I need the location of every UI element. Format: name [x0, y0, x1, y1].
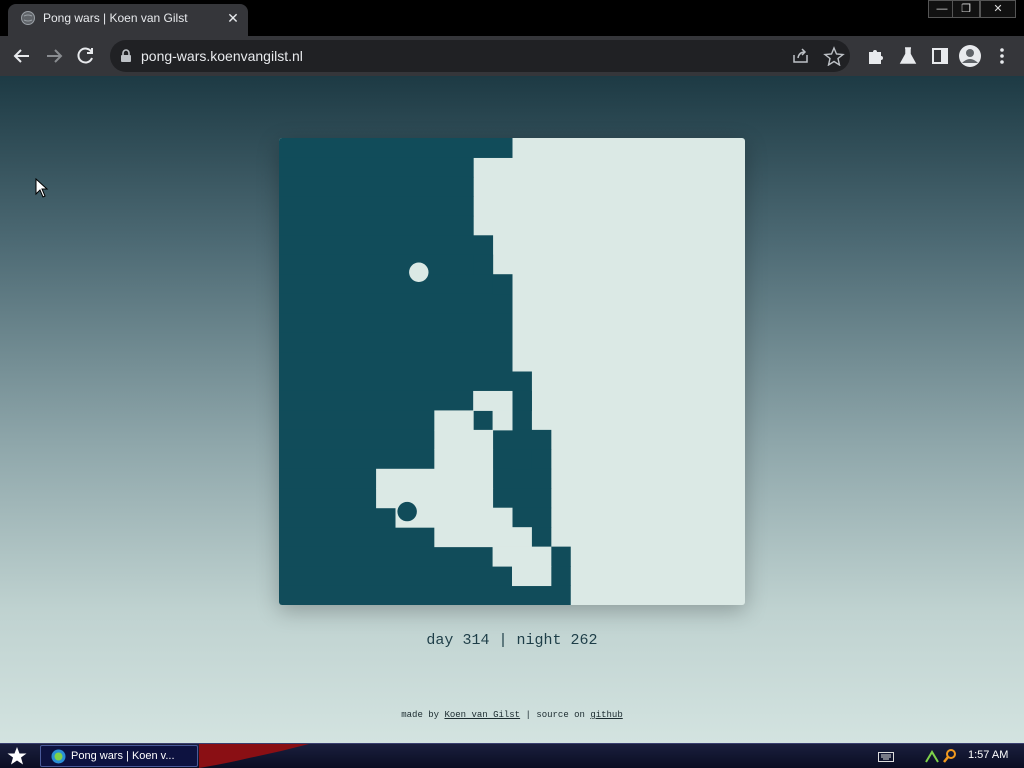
night-territory-row — [279, 138, 513, 158]
day-territory-cell — [512, 566, 552, 587]
night-territory-row — [279, 274, 494, 295]
browser-toolbar: pong-wars.koenvangilst.nl — [0, 36, 1024, 76]
keyboard-icon[interactable] — [878, 752, 894, 762]
day-territory-cell — [492, 546, 552, 567]
night-territory-row — [279, 449, 552, 470]
night-territory-row — [279, 254, 494, 275]
day-territory-cell — [434, 429, 494, 450]
tab-title: Pong wars | Koen van Gilst — [43, 11, 188, 25]
day-label: day — [426, 632, 454, 649]
day-territory-cell — [376, 488, 494, 509]
night-territory-cell — [512, 390, 532, 411]
reload-icon[interactable] — [72, 44, 100, 68]
day-territory-cell — [434, 449, 494, 470]
globe-icon — [21, 11, 35, 25]
magnifier-icon[interactable] — [942, 748, 958, 764]
clock: 1:57 AM — [968, 749, 1009, 761]
night-territory-cell — [512, 449, 532, 470]
night-territory-row — [279, 313, 513, 334]
score-separator: | — [498, 632, 508, 649]
night-territory-row — [279, 585, 571, 605]
address-bar[interactable]: pong-wars.koenvangilst.nl — [110, 40, 850, 72]
night-territory-cell — [492, 429, 552, 450]
network-icon[interactable] — [924, 748, 940, 764]
day-territory-cell — [434, 527, 532, 548]
night-ball — [397, 501, 417, 522]
night-territory-row — [279, 332, 513, 353]
arrow-right-icon[interactable] — [40, 44, 68, 68]
taskbar-browser-button[interactable]: Pong wars | Koen v... — [40, 745, 198, 767]
day-territory-cell — [376, 468, 494, 489]
arrow-left-icon[interactable] — [8, 44, 36, 68]
tab-strip: Pong wars | Koen van Gilst ✕ — ❐ ✕ — [0, 0, 1024, 36]
star-icon[interactable] — [4, 746, 30, 766]
night-territory-row — [279, 235, 494, 256]
close-icon[interactable]: ✕ — [224, 9, 242, 27]
author-link[interactable]: Koen van Gilst — [444, 710, 520, 720]
night-territory-row — [279, 196, 474, 217]
night-territory-row — [279, 176, 474, 197]
footer: made by Koen van Gilst | source on githu… — [0, 710, 1024, 720]
night-score: 262 — [570, 632, 598, 649]
day-territory-cell — [473, 390, 513, 411]
taskbar: Pong wars | Koen v... 1:57 AM — [0, 743, 1024, 768]
restore-icon[interactable]: ❐ — [952, 0, 980, 18]
taskbar-decoration — [199, 744, 309, 768]
night-territory-cell — [512, 410, 532, 431]
flask-icon[interactable] — [894, 44, 922, 68]
night-territory-row — [279, 157, 474, 178]
footer-separator: | — [525, 710, 531, 720]
pong-board-frame — [279, 138, 745, 605]
day-ball — [409, 262, 429, 282]
github-link[interactable]: github — [590, 710, 622, 720]
mouse-cursor-icon — [35, 178, 49, 198]
night-territory-cell — [492, 274, 513, 295]
url-text[interactable]: pong-wars.koenvangilst.nl — [141, 48, 303, 64]
night-territory-row — [279, 215, 474, 236]
night-territory-row — [279, 410, 513, 431]
star-icon[interactable] — [823, 46, 845, 66]
globe-icon — [51, 749, 66, 764]
side-panel-icon[interactable] — [926, 44, 954, 68]
source-on-text: source on — [536, 710, 585, 720]
share-icon[interactable] — [790, 46, 812, 66]
browser-tab[interactable]: Pong wars | Koen van Gilst ✕ — [8, 4, 248, 36]
puzzle-icon[interactable] — [862, 44, 890, 68]
day-territory-cell — [492, 410, 513, 431]
kebab-menu-icon[interactable] — [990, 44, 1014, 68]
window-close-icon[interactable]: ✕ — [980, 0, 1016, 18]
avatar-icon[interactable] — [956, 44, 984, 68]
lock-icon[interactable] — [120, 49, 132, 63]
page-content: day 314 | night 262 made by Koen van Gil… — [0, 76, 1024, 743]
night-label: night — [516, 632, 562, 649]
made-by-text: made by — [401, 710, 440, 720]
night-territory-row — [279, 371, 532, 392]
score-display: day 314 | night 262 — [0, 632, 1024, 649]
night-territory-row — [279, 352, 513, 372]
day-score: 314 — [462, 632, 490, 649]
pong-board[interactable] — [279, 138, 745, 605]
night-territory-row — [279, 293, 513, 314]
taskbar-button-label: Pong wars | Koen v... — [71, 750, 175, 762]
night-territory-cell — [473, 254, 494, 275]
day-territory-cell — [434, 410, 474, 431]
